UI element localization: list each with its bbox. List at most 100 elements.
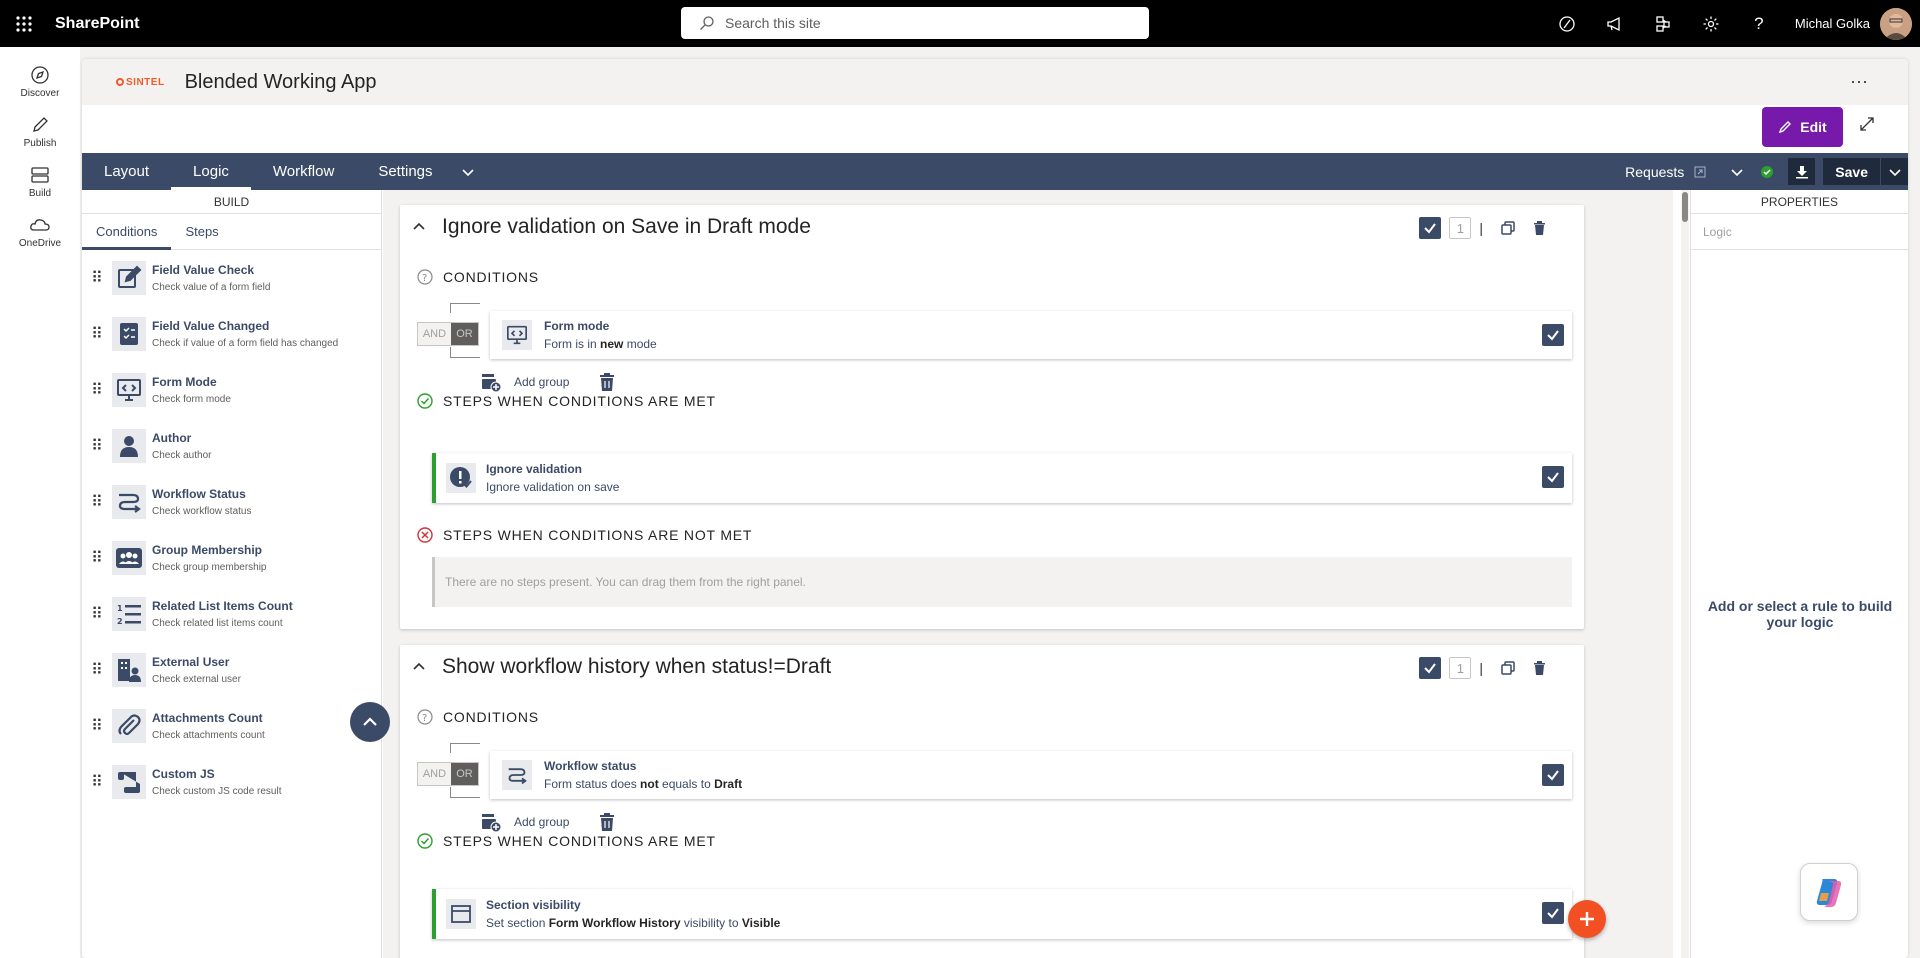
rule-order-input[interactable]: 1 <box>1449 217 1472 239</box>
tabs-overflow-chevron-icon[interactable] <box>455 165 481 179</box>
appbar-build[interactable]: Build <box>0 157 80 207</box>
add-group-row: Add group <box>480 811 615 833</box>
save-button[interactable]: Save <box>1823 158 1880 185</box>
empty-steps-dropzone[interactable]: There are no steps present. You can drag… <box>432 557 1572 607</box>
list-item[interactable]: ⠿ Group Membership Check group membership <box>82 530 381 586</box>
and-option[interactable]: AND <box>418 323 451 345</box>
delete-icon[interactable] <box>1533 661 1546 675</box>
and-or-toggle[interactable]: AND OR <box>417 762 479 786</box>
rule-enabled-checkbox[interactable] <box>1419 217 1442 239</box>
megaphone-icon[interactable] <box>1591 0 1639 47</box>
drag-handle-icon[interactable]: ⠿ <box>82 492 112 512</box>
brand-name[interactable]: SharePoint <box>55 15 139 33</box>
copilot-button[interactable] <box>1800 863 1858 921</box>
drag-handle-icon[interactable]: ⠿ <box>82 772 112 792</box>
appbar-publish[interactable]: Publish <box>0 107 80 157</box>
rule-enabled-checkbox[interactable] <box>1419 657 1442 679</box>
step-card[interactable]: Ignore validation Ignore validation on s… <box>432 453 1572 503</box>
item-title: Field Value Check <box>152 263 255 277</box>
layout-icon <box>31 167 49 183</box>
delete-group-icon[interactable] <box>599 813 615 831</box>
and-option[interactable]: AND <box>418 763 451 785</box>
scroll-to-top-button[interactable] <box>350 702 390 742</box>
more-options-button[interactable]: ··· <box>1850 71 1868 92</box>
page-area: SINTEL Blended Working App ··· Edit Layo… <box>80 47 1920 958</box>
drag-handle-icon[interactable]: ⠿ <box>82 716 112 736</box>
cloud-icon <box>30 219 50 231</box>
drag-handle-icon[interactable]: ⠿ <box>82 268 112 288</box>
and-or-toggle[interactable]: AND OR <box>417 322 479 346</box>
check-circle-icon <box>417 393 433 409</box>
steps-met-header: STEPS WHEN CONDITIONS ARE MET <box>417 393 716 409</box>
share-network-icon[interactable] <box>1639 0 1687 47</box>
canvas-scrollbar[interactable] <box>1681 190 1689 958</box>
copy-icon[interactable] <box>1501 661 1515 675</box>
item-subtitle: Check group membership <box>152 562 267 573</box>
appbar-onedrive[interactable]: OneDrive <box>0 207 80 257</box>
drag-handle-icon[interactable]: ⠿ <box>82 436 112 456</box>
step-card[interactable]: Section visibility Set section Form Work… <box>432 889 1572 939</box>
delete-icon[interactable] <box>1533 221 1546 235</box>
list-item[interactable]: ⠿ 12 Related List Items Count Check relat… <box>82 586 381 642</box>
gear-icon[interactable] <box>1687 0 1735 47</box>
rule-card[interactable]: Show workflow history when status!=Draft… <box>400 645 1584 958</box>
add-group-button[interactable]: Add group <box>514 375 569 389</box>
list-item[interactable]: ⠿ Field Value Changed Check if value of a… <box>82 306 381 362</box>
tab-settings[interactable]: Settings <box>356 153 454 190</box>
condition-checkbox[interactable] <box>1542 324 1564 346</box>
delete-group-icon[interactable] <box>599 373 615 391</box>
list-name: Requests <box>1625 163 1685 180</box>
drag-handle-icon[interactable]: ⠿ <box>82 548 112 568</box>
add-group-button[interactable]: Add group <box>514 815 569 829</box>
list-item[interactable]: ⠿ Workflow Status Check workflow status <box>82 474 381 530</box>
step-checkbox[interactable] <box>1542 466 1564 488</box>
properties-tab-logic[interactable]: Logic <box>1691 214 1908 250</box>
drag-handle-icon[interactable]: ⠿ <box>82 604 112 624</box>
list-item[interactable]: ⠿ Form Mode Check form mode <box>82 362 381 418</box>
drag-handle-icon[interactable]: ⠿ <box>82 380 112 400</box>
rule-title[interactable]: Ignore validation on Save in Draft mode <box>442 215 811 239</box>
list-item[interactable]: ⠿ Field Value Check Check value of a form… <box>82 250 381 306</box>
list-item[interactable]: ⠿ External User Check external user <box>82 642 381 698</box>
rule-title[interactable]: Show workflow history when status!=Draft <box>442 655 831 679</box>
avatar[interactable] <box>1880 7 1912 40</box>
search-icon <box>700 16 714 30</box>
tab-workflow[interactable]: Workflow <box>251 153 356 190</box>
condition-title: Workflow status <box>544 759 637 773</box>
expand-icon[interactable] <box>1858 115 1876 138</box>
list-item[interactable]: ⠿ Attachments Count Check attachments cou… <box>82 698 381 754</box>
tab-layout[interactable]: Layout <box>82 153 171 190</box>
rule-card[interactable]: Ignore validation on Save in Draft mode … <box>400 205 1584 629</box>
search-box[interactable]: Search this site <box>681 7 1149 39</box>
step-summary: Set section Form Workflow History visibi… <box>486 916 781 930</box>
condition-checkbox[interactable] <box>1542 764 1564 786</box>
tab-steps[interactable]: Steps <box>171 214 232 249</box>
drag-handle-icon[interactable]: ⠿ <box>82 324 112 344</box>
condition-card[interactable]: Form mode Form is in new mode <box>490 311 1572 359</box>
copilot-ring-icon[interactable] <box>1543 0 1591 47</box>
appbar-discover[interactable]: Discover <box>0 57 80 107</box>
edit-button[interactable]: Edit <box>1762 107 1843 147</box>
copy-icon[interactable] <box>1501 221 1515 235</box>
or-option[interactable]: OR <box>450 323 478 345</box>
add-rule-button[interactable] <box>1568 900 1606 938</box>
tab-logic[interactable]: Logic <box>171 153 251 190</box>
collapse-chevron-icon[interactable] <box>412 659 426 678</box>
scrollbar-thumb[interactable] <box>1682 192 1688 222</box>
app-launcher-icon[interactable] <box>0 0 47 47</box>
user-name[interactable]: Michal Golka <box>1795 16 1870 31</box>
list-selector[interactable]: Requests <box>1625 164 1706 180</box>
list-item[interactable]: ⠿ Custom JS Check custom JS code result <box>82 754 381 810</box>
download-icon[interactable] <box>1788 158 1816 185</box>
rule-order-input[interactable]: 1 <box>1449 657 1472 679</box>
or-option[interactable]: OR <box>450 763 478 785</box>
drag-handle-icon[interactable]: ⠿ <box>82 660 112 680</box>
save-options-chevron-icon[interactable] <box>1881 158 1908 185</box>
list-dropdown-chevron-icon[interactable] <box>1720 165 1754 179</box>
step-checkbox[interactable] <box>1542 902 1564 924</box>
list-item[interactable]: ⠿ Author Check author <box>82 418 381 474</box>
collapse-chevron-icon[interactable] <box>412 219 426 238</box>
condition-card[interactable]: Workflow status Form status does not equ… <box>490 751 1572 799</box>
help-icon[interactable]: ? <box>1735 0 1783 47</box>
tab-conditions[interactable]: Conditions <box>82 214 172 250</box>
